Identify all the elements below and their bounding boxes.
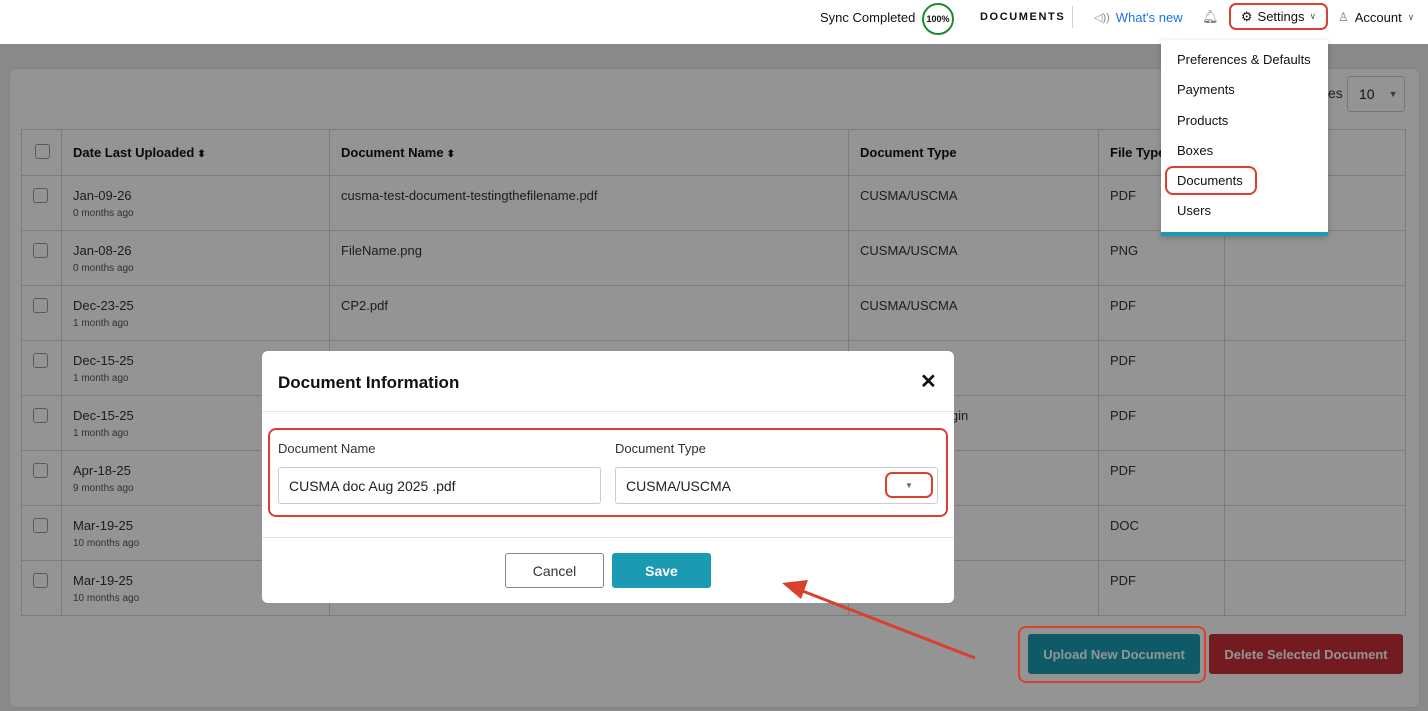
user-icon: ♙	[1338, 10, 1349, 24]
whats-new-label: What's new	[1115, 9, 1183, 25]
chevron-down-icon: ∨	[1309, 11, 1317, 21]
menu-item-users[interactable]: Users	[1177, 203, 1211, 218]
top-bar: Sync Completed 100% DOCUMENTS ◁)) What's…	[0, 0, 1428, 44]
modal-title: Document Information	[278, 373, 460, 392]
gear-icon: ⚙	[1240, 8, 1253, 24]
settings-label: Settings	[1257, 9, 1305, 24]
menu-item-boxes[interactable]: Boxes	[1177, 143, 1213, 158]
documents-highlight-ring	[1165, 166, 1257, 195]
menu-item-payments[interactable]: Payments	[1177, 82, 1235, 97]
save-button[interactable]: Save	[612, 553, 711, 588]
account-label: Account	[1354, 9, 1402, 25]
document-name-label: Document Name	[278, 441, 376, 456]
account-button[interactable]: ♙ Account ∨	[1338, 0, 1414, 34]
document-information-modal: Document Information ✕ Document Name Doc…	[262, 351, 954, 603]
settings-dropdown-menu: Preferences & Defaults Payments Products…	[1161, 40, 1328, 236]
modal-divider	[262, 537, 954, 538]
settings-button[interactable]: ⚙ Settings ∨	[1229, 3, 1328, 30]
bell-icon[interactable]: 🔔︎	[1202, 0, 1219, 34]
sync-status-text: Sync Completed	[820, 9, 916, 25]
menu-item-preferences[interactable]: Preferences & Defaults	[1177, 52, 1311, 67]
close-icon[interactable]: ✕	[920, 369, 937, 394]
upload-highlight-ring	[1018, 626, 1206, 683]
document-type-label: Document Type	[615, 441, 706, 456]
menu-item-products[interactable]: Products	[1177, 113, 1228, 128]
sync-progress-ring: 100%	[922, 3, 954, 35]
document-name-input[interactable]: CUSMA doc Aug 2025 .pdf	[278, 467, 601, 504]
topbar-divider	[1072, 6, 1073, 28]
caret-down-icon[interactable]: ▼	[885, 472, 933, 498]
chevron-down-icon: ∨	[1407, 11, 1415, 22]
cancel-button[interactable]: Cancel	[505, 553, 604, 588]
whats-new-link[interactable]: ◁)) What's new	[1094, 0, 1183, 34]
megaphone-icon: ◁))	[1094, 11, 1110, 24]
section-label: DOCUMENTS	[980, 11, 1066, 23]
modal-divider	[262, 411, 954, 412]
